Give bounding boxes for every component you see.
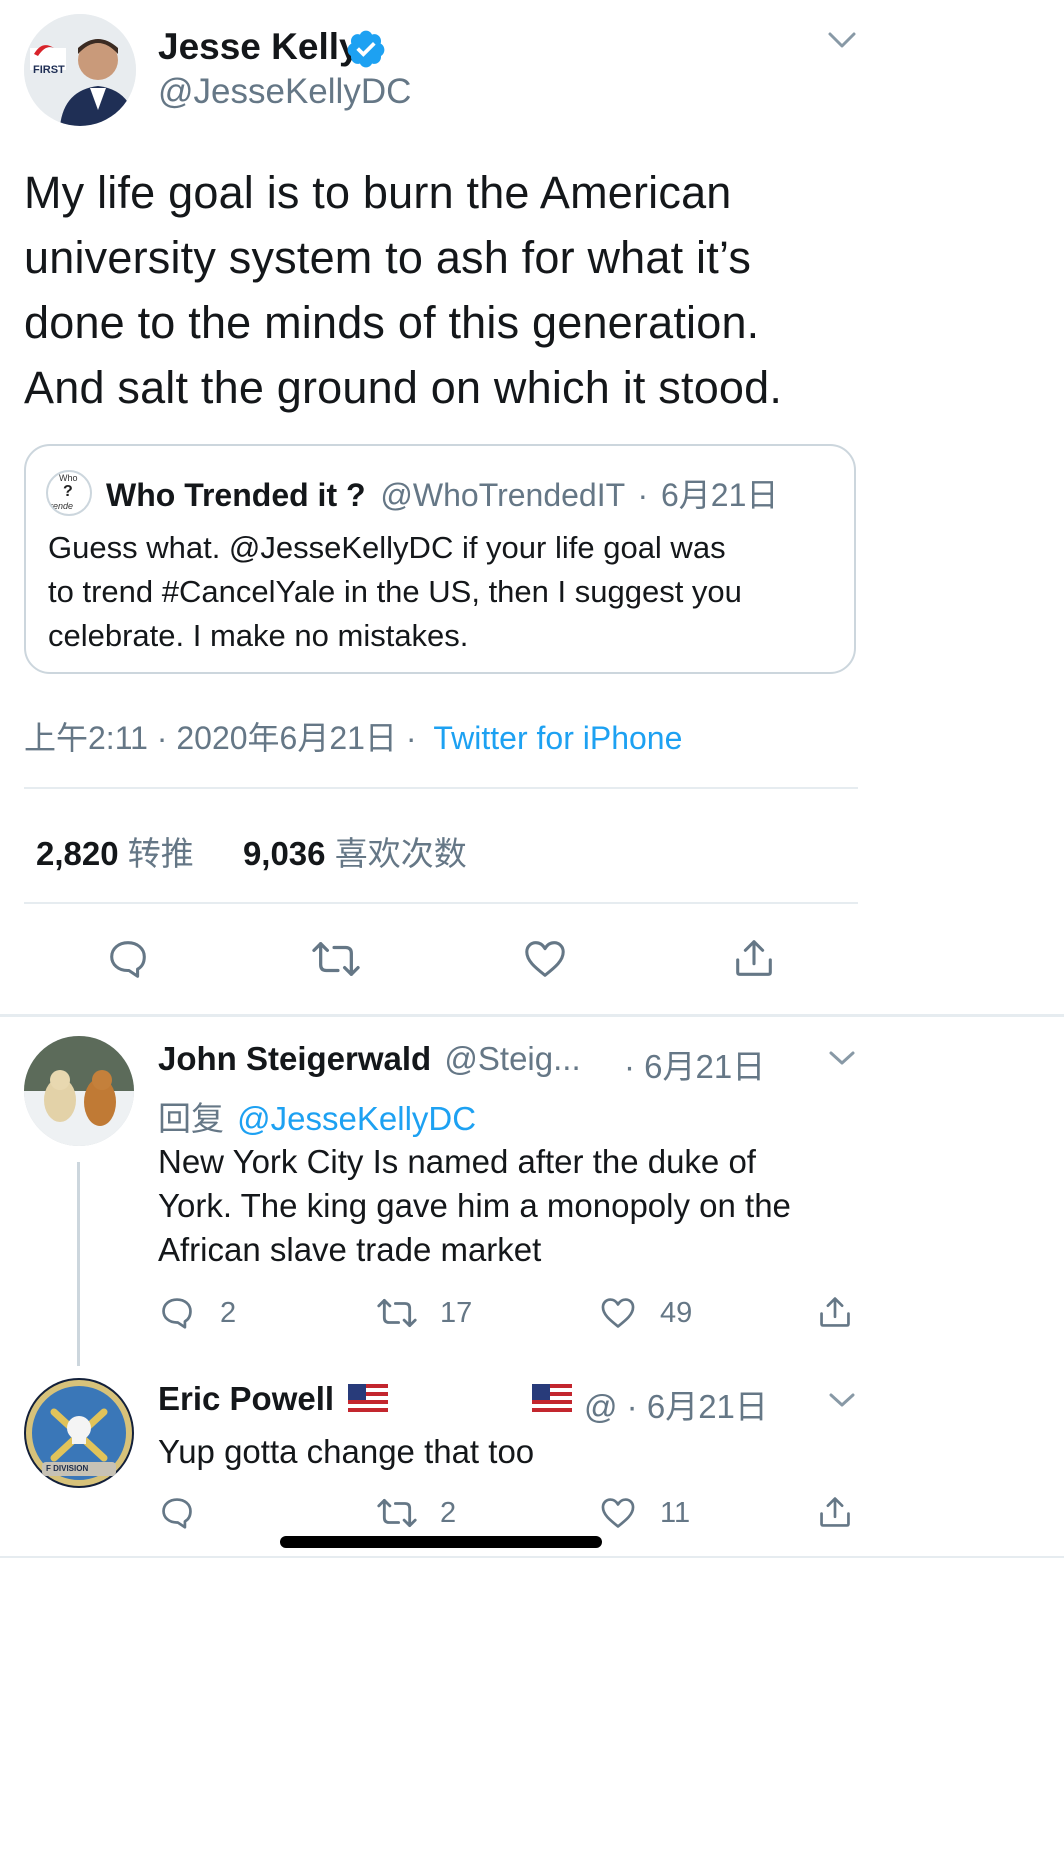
reply-avatar-text: F DIVISION <box>46 1464 89 1473</box>
author-avatar[interactable]: FIRST <box>24 14 136 126</box>
share-icon[interactable] <box>816 1292 854 1332</box>
retweet-icon[interactable] <box>375 1494 419 1532</box>
reply-icon[interactable] <box>158 1294 196 1332</box>
share-icon[interactable] <box>816 1492 854 1532</box>
flag-us-icon <box>532 1384 572 1419</box>
reply-to-handle[interactable]: @JesseKellyDC <box>237 1100 476 1137</box>
retweets-stat[interactable]: 2,820 转推 <box>36 835 203 872</box>
reply-author-handle[interactable]: @ <box>584 1388 618 1425</box>
divider <box>24 787 858 789</box>
reply-header: John Steigerwald @Steig... <box>158 1040 581 1078</box>
quoted-author-name: Who Trended it ? <box>106 477 366 513</box>
divider <box>0 1556 1064 1558</box>
reply-header: Eric Powell <box>158 1380 334 1418</box>
author-handle[interactable]: @JesseKellyDC <box>158 72 411 112</box>
like-icon[interactable] <box>598 1294 638 1332</box>
tweet-source-link[interactable]: Twitter for iPhone <box>433 720 682 756</box>
quoted-text: Guess what. @JesseKellyDC if your life g… <box>48 526 742 658</box>
tweet-timestamp: 上午2:11 · 2020年6月21日 · <box>24 720 417 756</box>
reply-separator: · <box>626 1388 638 1425</box>
reply-context: 回复 @JesseKellyDC <box>158 1092 476 1140</box>
flag-us-icon <box>348 1384 388 1419</box>
reply-text-line: African slave trade market <box>158 1231 542 1268</box>
retweets-label: 转推 <box>127 835 194 872</box>
author-name[interactable]: Jesse Kelly <box>158 26 360 68</box>
reply-prefix: 回复 <box>158 1100 224 1137</box>
retweet-icon[interactable] <box>310 936 362 982</box>
reply-avatar[interactable] <box>24 1036 134 1146</box>
thread-line <box>77 1162 80 1366</box>
tweet-text: My life goal is to burn the American uni… <box>24 160 782 420</box>
like-count: 49 <box>660 1297 693 1329</box>
tweet-text-line: university system to ash for what it’s <box>24 232 752 283</box>
quoted-separator: · <box>637 477 649 513</box>
reply-author-handle[interactable]: @Steig... <box>444 1040 580 1077</box>
like-icon[interactable] <box>598 1494 638 1532</box>
tweet-text-line: My life goal is to burn the American <box>24 167 732 218</box>
reply-text: Yup gotta change that too <box>158 1430 534 1474</box>
likes-stat[interactable]: 9,036 喜欢次数 <box>243 835 467 872</box>
chevron-down-icon[interactable] <box>826 1388 858 1417</box>
home-indicator[interactable] <box>280 1536 602 1548</box>
quoted-text-line: to trend #CancelYale in the US, then I s… <box>48 574 742 609</box>
quoted-text-line: celebrate. I make no mistakes. <box>48 618 469 653</box>
quoted-avatar: Who ? rende <box>46 470 92 516</box>
reply-text-line: Yup gotta change that too <box>158 1433 535 1470</box>
share-icon[interactable] <box>731 934 777 982</box>
reply-icon[interactable] <box>105 936 151 982</box>
divider <box>0 1014 1064 1017</box>
reply-text-line: New York City Is named after the duke of <box>158 1143 756 1180</box>
reply-icon[interactable] <box>158 1494 196 1532</box>
chevron-down-icon[interactable] <box>826 1046 858 1075</box>
likes-count: 9,036 <box>242 835 326 872</box>
retweet-count: 17 <box>440 1297 473 1329</box>
reply-date: · 6月21日 <box>624 1040 765 1088</box>
reply-text: New York City Is named after the duke of… <box>158 1140 791 1272</box>
quoted-avatar-text: ? <box>63 483 73 500</box>
reply-avatar-image <box>24 1036 134 1146</box>
tweet-text-line: done to the minds of this generation. <box>24 297 760 348</box>
quoted-avatar-text: Who <box>59 473 78 483</box>
reply-text-line: York. The king gave him a monopoly on th… <box>158 1187 791 1224</box>
reply-date-text: 6月21日 <box>646 1388 768 1425</box>
tweet-meta: 上午2:11 · 2020年6月21日 · Twitter for iPhone <box>24 713 682 759</box>
like-icon[interactable] <box>521 936 569 982</box>
verified-badge-icon <box>345 28 387 75</box>
likes-label: 喜欢次数 <box>334 835 467 872</box>
reply-author-name[interactable]: John Steigerwald <box>158 1040 431 1077</box>
retweet-count: 2 <box>440 1497 457 1529</box>
reply-date-text: 6月21日 <box>644 1048 766 1085</box>
chevron-down-icon[interactable] <box>824 26 860 59</box>
divider <box>24 902 858 904</box>
reply-date: @ · 6月21日 <box>584 1380 768 1428</box>
quoted-avatar-text: rende <box>50 501 74 511</box>
reply-separator: · <box>624 1048 635 1085</box>
tweet-text-line: And salt the ground on which it stood. <box>24 362 783 413</box>
retweet-icon[interactable] <box>375 1294 419 1332</box>
tweet-stats: 2,820 转推 9,036 喜欢次数 <box>36 827 467 875</box>
quoted-tweet-card[interactable]: Who ? rende Who Trended it ? @WhoTrended… <box>24 444 856 674</box>
quoted-author-handle: @WhoTrendedIT <box>380 477 625 513</box>
reply-avatar[interactable]: F DIVISION <box>24 1378 134 1488</box>
retweets-count: 2,820 <box>36 835 119 872</box>
quoted-text-line: Guess what. @JesseKellyDC if your life g… <box>48 530 726 565</box>
reply-author-name[interactable]: Eric Powell <box>158 1380 334 1417</box>
quoted-date: 6月21日 <box>661 477 779 513</box>
reply-count: 2 <box>220 1297 237 1329</box>
quoted-header: Who Trended it ? @WhoTrendedIT · 6月21日 <box>106 470 778 516</box>
like-count: 11 <box>660 1497 691 1529</box>
avatar-badge-text: FIRST <box>33 64 65 76</box>
